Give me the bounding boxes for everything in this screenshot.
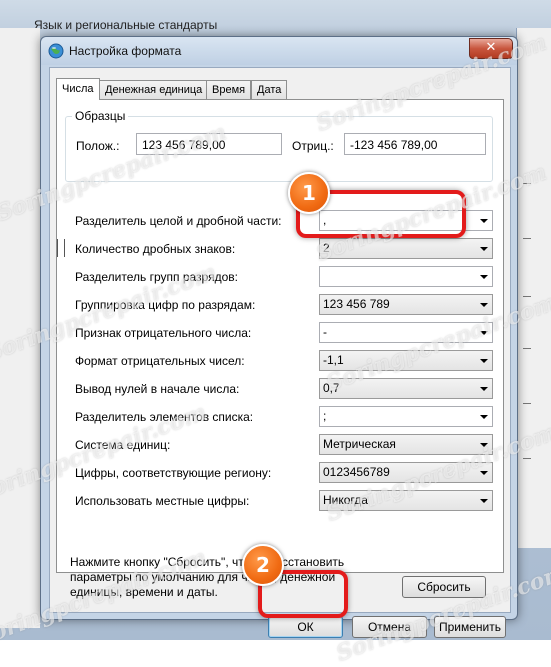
chevron-down-icon bbox=[480, 359, 488, 363]
leading-zeros-label: Вывод нулей в начале числа: bbox=[75, 382, 240, 396]
decimal-symbol-label: Разделитель целой и дробной части: bbox=[75, 214, 282, 228]
text-cursor-icon bbox=[57, 239, 65, 257]
digit-grouping-value: 123 456 789 bbox=[323, 297, 390, 311]
tab-numbers[interactable]: Числа bbox=[56, 78, 100, 100]
native-digits-value: 0123456789 bbox=[323, 465, 390, 479]
globe-icon bbox=[48, 43, 64, 59]
negative-sign-value: - bbox=[323, 325, 327, 339]
list-separator-combo[interactable]: ; bbox=[319, 406, 493, 427]
chevron-down-icon bbox=[480, 499, 488, 503]
digit-grouping-combo[interactable]: 123 456 789 bbox=[319, 294, 493, 315]
step-2-badge: 2 bbox=[242, 544, 284, 586]
measurement-system-value: Метрическая bbox=[323, 437, 396, 451]
negative-sign-label: Признак отрицательного числа: bbox=[75, 326, 252, 340]
positive-sample-label: Полож.: bbox=[76, 139, 120, 153]
chevron-down-icon bbox=[480, 415, 488, 419]
dialog-titlebar[interactable]: Настройка формата ✕ bbox=[41, 37, 517, 65]
chevron-down-icon bbox=[480, 219, 488, 223]
step-1-badge: 1 bbox=[288, 172, 330, 214]
list-separator-value: ; bbox=[323, 409, 327, 423]
digit-grouping-symbol-combo[interactable] bbox=[319, 266, 493, 287]
negative-sample-value: -123 456 789,00 bbox=[344, 133, 486, 155]
tab-time[interactable]: Время bbox=[206, 80, 252, 99]
use-native-digits-label: Использовать местные цифры: bbox=[75, 494, 250, 508]
chevron-down-icon bbox=[480, 275, 488, 279]
dialog-title: Настройка формата bbox=[69, 44, 182, 58]
negative-format-label: Формат отрицательных чисел: bbox=[75, 354, 245, 368]
tab-currency[interactable]: Денежная единица bbox=[99, 80, 209, 99]
negative-sample-label: Отриц.: bbox=[292, 139, 334, 153]
samples-group-label: Образцы bbox=[72, 109, 129, 123]
chevron-down-icon bbox=[480, 247, 488, 251]
ok-button[interactable]: ОК bbox=[268, 616, 343, 638]
native-digits-label: Цифры, соответствующие региону: bbox=[75, 466, 272, 480]
decimal-digits-label: Количество дробных знаков: bbox=[75, 242, 236, 256]
background-right-panel bbox=[516, 28, 551, 548]
chevron-down-icon bbox=[480, 303, 488, 307]
background-window-title: Язык и региональные стандарты bbox=[34, 18, 218, 32]
tab-date[interactable]: Дата bbox=[251, 80, 288, 99]
chevron-down-icon bbox=[480, 387, 488, 391]
